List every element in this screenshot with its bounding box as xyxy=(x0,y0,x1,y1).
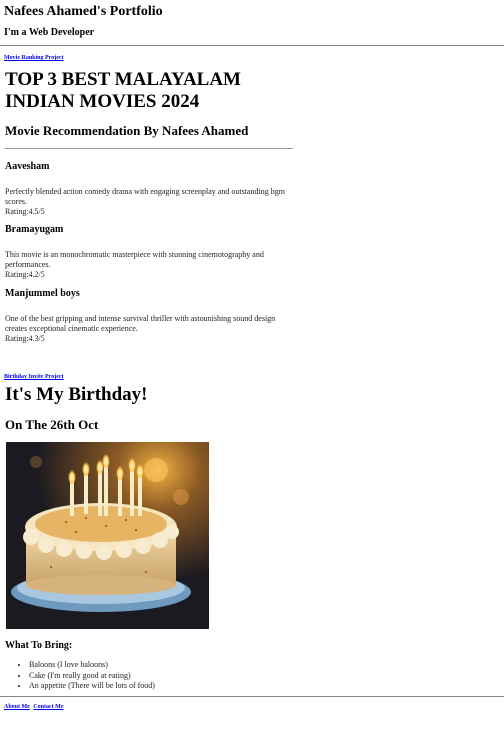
movie-description: One of the best gripping and intense sur… xyxy=(5,314,276,333)
movie-rating: Rating:4.5/5 xyxy=(5,207,45,216)
movie-description: Perfectly blended action comedy drama wi… xyxy=(5,187,285,206)
movie-rating: Rating:4.3/5 xyxy=(5,334,45,343)
list-item: Baloons (I love baloons) xyxy=(29,660,155,671)
movie-description: This movie is an monochromatic masterpie… xyxy=(5,250,264,269)
movie-title: Aavesham xyxy=(5,161,50,172)
movie-divider xyxy=(5,148,293,149)
what-to-bring-list: Baloons (I love baloons) Cake (I'm reall… xyxy=(5,660,155,692)
footer-links: About Me Contact Me xyxy=(4,704,66,710)
movie-item: Bramayugam This movie is an monochromati… xyxy=(5,224,295,280)
movie-section-subtitle: Movie Recommendation By Nafees Ahamed xyxy=(5,123,249,138)
movie-ranking-link[interactable]: Movie Ranking Project xyxy=(4,55,64,61)
site-subtitle: I'm a Web Developer xyxy=(4,27,95,38)
movie-rating: Rating:4.2/5 xyxy=(5,270,45,279)
birthday-title: It's My Birthday! xyxy=(5,384,148,405)
contact-me-link[interactable]: Contact Me xyxy=(33,704,63,710)
movie-section-title: TOP 3 BEST MALAYALAM INDIAN MOVIES 2024 xyxy=(5,69,241,112)
what-to-bring-title: What To Bring: xyxy=(5,640,73,651)
movie-title: Bramayugam xyxy=(5,224,64,235)
list-item: Cake (I'm really good at eating) xyxy=(29,671,155,682)
birthday-date: On The 26th Oct xyxy=(5,417,99,432)
footer-divider xyxy=(0,696,504,697)
birthday-cake-image xyxy=(6,442,209,629)
list-item: An appetite (There will be lots of food) xyxy=(29,681,155,692)
movie-item: Manjummel boys One of the best gripping … xyxy=(5,288,295,344)
site-title: Nafees Ahamed's Portfolio xyxy=(4,4,163,19)
movie-title: Manjummel boys xyxy=(5,288,80,299)
birthday-invite-link[interactable]: Birthday Invite Project xyxy=(4,374,64,380)
header-divider xyxy=(0,45,504,46)
about-me-link[interactable]: About Me xyxy=(4,704,30,710)
movie-item: Aavesham Perfectly blended action comedy… xyxy=(5,161,295,217)
